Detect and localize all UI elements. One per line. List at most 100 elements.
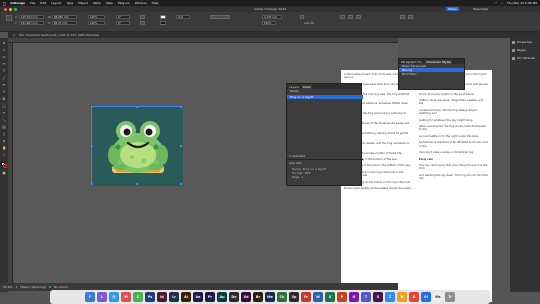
fit-content-icon[interactable] [340, 15, 345, 19]
dock-app-icon[interactable]: Pr [205, 292, 215, 302]
resize-handle[interactable] [136, 183, 138, 185]
auto-fit-checkbox[interactable]: Auto-Fit [304, 22, 314, 25]
preflight-errors[interactable]: No errors [54, 285, 68, 289]
line-tool-icon[interactable]: ╱ [2, 76, 6, 80]
menu-view[interactable]: View [106, 1, 113, 5]
pen-tool-icon[interactable]: ✒ [2, 83, 6, 87]
dock-app-icon[interactable]: Tr [445, 292, 455, 302]
dock-properties[interactable]: Properties [510, 38, 540, 46]
dock-app-icon[interactable]: Sp [289, 292, 299, 302]
align-icon[interactable] [408, 15, 413, 19]
x-field[interactable]: 145.354 mm [19, 15, 44, 19]
height-field[interactable]: 68.25 mm [52, 21, 77, 25]
dock-app-icon[interactable]: F [85, 292, 95, 302]
dock-app-icon[interactable]: Me [265, 292, 275, 302]
dock-app-icon[interactable]: Xd [241, 292, 251, 302]
fit-frame-icon[interactable] [348, 15, 353, 19]
tab-layers[interactable]: Layers [289, 85, 299, 89]
stroke-weight-field[interactable]: 0 pt [176, 15, 190, 19]
dock-app-icon[interactable]: Ae [193, 292, 203, 302]
hand-tool-icon[interactable]: ✋ [2, 146, 6, 150]
dock-app-icon[interactable]: P [337, 292, 347, 302]
page-number[interactable]: 1 [16, 285, 18, 289]
fill-swatch[interactable] [160, 15, 166, 19]
free-transform-tool-icon[interactable]: ⤡ [2, 118, 6, 122]
gap-tool-icon[interactable]: ↔ [2, 62, 6, 66]
scissors-tool-icon[interactable]: ✂ [2, 111, 6, 115]
resize-handle[interactable] [180, 106, 182, 108]
opacity-field[interactable]: 100% [262, 21, 276, 25]
dock-app-icon[interactable]: Dn [229, 292, 239, 302]
stroke-swatch[interactable] [160, 21, 166, 25]
resize-handle[interactable] [91, 183, 93, 185]
frog-image-frame[interactable] [91, 106, 183, 186]
scale-y-field[interactable]: 100% [88, 21, 105, 25]
rotation-field[interactable]: 0° [116, 15, 130, 19]
dock-app-icon[interactable]: Br [253, 292, 263, 302]
dock-app-icon[interactable]: N [397, 292, 407, 302]
pencil-tool-icon[interactable]: ✎ [2, 90, 6, 94]
stroke-type-dropdown[interactable] [210, 15, 230, 19]
apple-icon[interactable]:  [3, 1, 5, 6]
fx-icon[interactable] [300, 15, 304, 19]
tab-links[interactable]: Links [301, 84, 312, 89]
menu-help[interactable]: Help [152, 1, 159, 5]
workspace-switcher[interactable]: Essentials [473, 7, 488, 11]
resize-handle[interactable] [180, 145, 182, 147]
type-tool-icon[interactable]: T [2, 69, 6, 73]
dock-app-icon[interactable]: X [325, 292, 335, 302]
corner-size-field[interactable]: 4.233 mm [262, 15, 282, 19]
menu-table[interactable]: Table [93, 1, 101, 5]
page-tool-icon[interactable]: ▭ [2, 55, 6, 59]
menu-type[interactable]: Type [66, 1, 73, 5]
zoom-level[interactable]: 51.9% [3, 285, 13, 289]
dock-app-icon[interactable]: @ [109, 292, 119, 302]
search-icon[interactable]: ⌕ [501, 1, 503, 5]
dock-app-icon[interactable]: O [349, 292, 359, 302]
selection-tool-icon[interactable]: ➤ [2, 41, 6, 45]
close-tab-icon[interactable]: × [13, 33, 16, 37]
resize-handle[interactable] [91, 145, 93, 147]
zoom-tool-icon[interactable]: ⌕ [2, 153, 6, 157]
fill-stroke-swatches[interactable] [1, 162, 7, 168]
dock-app-icon[interactable]: S [373, 292, 383, 302]
dock-app-icon[interactable]: G [409, 292, 419, 302]
link-info-header[interactable]: Link Info [289, 161, 302, 165]
dock-app-icon[interactable]: L [97, 292, 107, 302]
scale-x-field[interactable]: 100% [88, 15, 105, 19]
menu-edit[interactable]: Edit [40, 1, 46, 5]
menu-file[interactable]: File [30, 1, 35, 5]
tab-paragraph-styles[interactable]: Paragraph Sty [401, 60, 422, 64]
resize-handle[interactable] [91, 106, 93, 108]
dock-app-icon[interactable]: W [313, 292, 323, 302]
dock-app-icon[interactable]: C [133, 292, 143, 302]
tab-character-styles[interactable]: Character Styles [425, 59, 453, 64]
text-page[interactable]: In the bustling heart of an old forest, … [341, 70, 492, 302]
menu-window[interactable]: Window [135, 1, 147, 5]
dock-app-icon[interactable]: Z [385, 292, 395, 302]
menu-layout[interactable]: Layout [51, 1, 61, 5]
style-item-bold-italic[interactable]: Bold Italic [399, 72, 464, 76]
clock[interactable]: Thu Mar 14 5:06 PM [507, 1, 537, 5]
dock-cc-libraries[interactable]: CC Libraries [510, 54, 540, 62]
center-content-icon[interactable] [356, 15, 361, 19]
eyedropper-tool-icon[interactable]: ⌀ [2, 139, 6, 143]
rectangle-frame-tool-icon[interactable]: ⊠ [2, 97, 6, 101]
rectangle-tool-icon[interactable]: □ [2, 104, 6, 108]
dock-app-icon[interactable]: Lr [169, 292, 179, 302]
resize-handle[interactable] [180, 183, 182, 185]
dock-pages[interactable]: Pages [510, 46, 540, 54]
text-wrap-icon[interactable] [400, 15, 405, 19]
resize-handle[interactable] [136, 106, 138, 108]
preview-mode-icon[interactable]: ▣ [2, 171, 6, 175]
dock-app-icon[interactable]: Au [217, 292, 227, 302]
y-field[interactable]: 161.667 mm [19, 21, 44, 25]
dock-app-icon[interactable]: Ms [433, 292, 443, 302]
dock-app-icon[interactable]: Sf [421, 292, 431, 302]
dock-app-icon[interactable]: T [361, 292, 371, 302]
direct-selection-tool-icon[interactable]: ▹ [2, 48, 6, 52]
share-button[interactable]: Share [446, 7, 459, 11]
link-row-selected[interactable]: Frog on a log.tif [287, 95, 363, 99]
wifi-icon[interactable]: ◠ [495, 1, 498, 5]
shear-field[interactable]: 0° [116, 21, 130, 25]
